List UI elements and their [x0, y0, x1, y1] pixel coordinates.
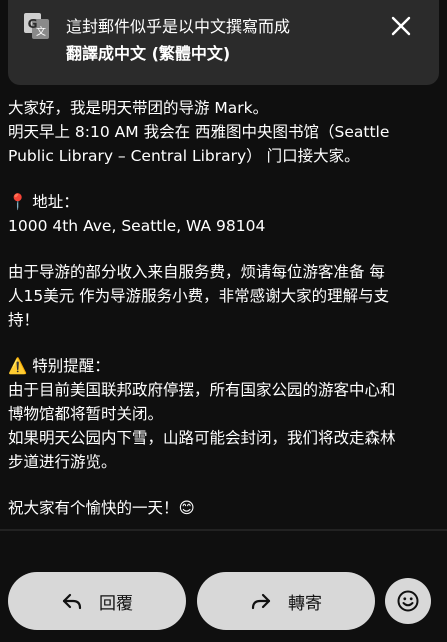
emoji-reaction-button[interactable]: [385, 578, 431, 624]
forward-arrow-icon: [251, 593, 271, 610]
message-line: 持！: [8, 311, 40, 329]
address-heading: 📍 地址：: [8, 193, 79, 211]
message-body: 大家好，我是明天带团的导游 Mark。 明天早上 8:10 AM 我会在 西雅图…: [8, 96, 443, 542]
message-line: 大家好，我是明天带团的导游 Mark。: [8, 99, 269, 117]
translate-icon: G 文: [24, 13, 49, 39]
tip-paragraph: 由于导游的部分收入来自服务费，烦请每位游客准备 每 人15美元 作为导游服务小费…: [8, 260, 443, 332]
reply-label: 回覆: [99, 593, 133, 614]
close-icon[interactable]: [386, 11, 416, 41]
message-line: 如果明天公园内下雪，山路可能会封闭，我们将改走森林: [8, 429, 396, 447]
closing-text: 祝大家有个愉快的一天！😊: [8, 499, 195, 517]
address-paragraph: 📍 地址： 1000 4th Ave, Seattle, WA 98104: [8, 190, 443, 238]
address-text: 1000 4th Ave, Seattle, WA 98104: [8, 217, 266, 235]
message-line: 人15美元 作为导游服务小费，非常感谢大家的理解与支: [8, 287, 390, 305]
forward-button[interactable]: 轉寄: [197, 572, 375, 630]
message-line: 由于目前美国联邦政府停摆，所有国家公园的游客中心和: [8, 381, 396, 399]
forward-label: 轉寄: [288, 593, 322, 614]
translation-detected-text: 這封郵件似乎是以中文撰寫而成: [66, 17, 291, 36]
smiley-icon: [397, 590, 419, 612]
message-line: Public Library – Central Library） 门口接大家。: [8, 147, 360, 165]
notice-paragraph: ⚠️ 特别提醒： 由于目前美国联邦政府停摆，所有国家公园的游客中心和 博物馆都将…: [8, 354, 443, 474]
message-line: 步道进行游览。: [8, 453, 117, 471]
message-line: 博物馆都将暂时关闭。: [8, 405, 164, 423]
svg-text:文: 文: [36, 25, 46, 38]
message-line: 明天早上 8:10 AM 我会在 西雅图中央图书馆（Seattle: [8, 123, 390, 141]
reply-arrow-icon: [62, 593, 82, 610]
translate-link[interactable]: 翻譯成中文 (繁體中文): [66, 40, 386, 67]
message-line: 由于导游的部分收入来自服务费，烦请每位游客准备 每: [8, 263, 385, 281]
greeting-paragraph: 大家好，我是明天带团的导游 Mark。 明天早上 8:10 AM 我会在 西雅图…: [8, 96, 443, 168]
closing-paragraph: 祝大家有个愉快的一天！😊: [8, 496, 443, 520]
notice-heading: ⚠️ 特别提醒：: [8, 357, 110, 375]
divider: [0, 529, 447, 531]
reply-button[interactable]: 回覆: [8, 572, 186, 630]
translation-banner: G 文 這封郵件似乎是以中文撰寫而成 翻譯成中文 (繁體中文): [8, 0, 439, 85]
translation-prompt: 這封郵件似乎是以中文撰寫而成 翻譯成中文 (繁體中文): [66, 13, 386, 67]
